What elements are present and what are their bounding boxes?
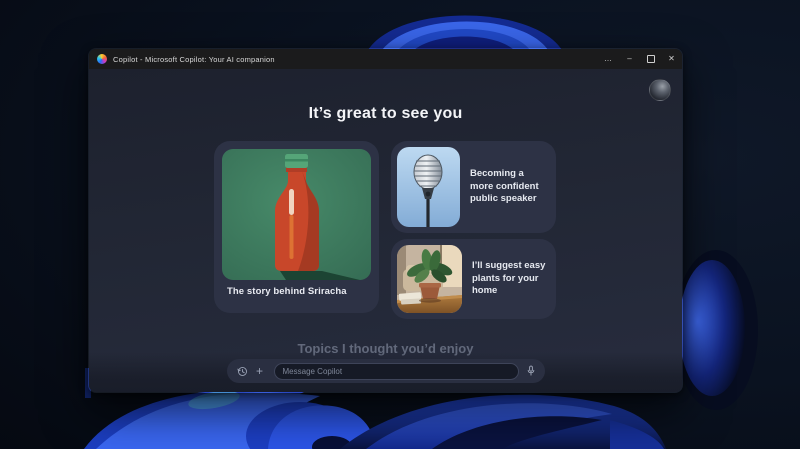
suggestion-card-sriracha[interactable]: The story behind Sriracha (214, 141, 379, 313)
desktop: Copilot - Microsoft Copilot: Your AI com… (0, 0, 800, 449)
suggestion-card-speaker[interactable]: Becoming a more confident public speaker (391, 141, 556, 233)
message-composer: + (227, 359, 545, 383)
greeting-heading: It’s great to see you (89, 105, 682, 123)
voice-input-button[interactable] (521, 361, 541, 381)
more-options-button[interactable]: … (598, 49, 619, 69)
message-input[interactable] (274, 363, 519, 380)
history-icon (237, 366, 248, 377)
card-caption: Becoming a more confident public speaker (470, 168, 550, 206)
card-caption: I’ll suggest easy plants for your home (472, 260, 550, 298)
copilot-content: It’s great to see you (89, 69, 682, 393)
sriracha-bottle-image (222, 149, 371, 280)
maximize-icon (647, 55, 655, 63)
window-controls: … – ✕ (598, 49, 682, 69)
profile-avatar[interactable] (649, 79, 671, 101)
plant-image (397, 245, 462, 313)
topics-section-heading: Topics I thought you’d enjoy (89, 341, 682, 356)
suggestion-cards: The story behind Sriracha (214, 141, 556, 319)
cards-column: Becoming a more confident public speaker (391, 141, 556, 319)
window-title: Copilot - Microsoft Copilot: Your AI com… (113, 55, 592, 64)
copilot-window: Copilot - Microsoft Copilot: Your AI com… (88, 48, 683, 393)
card-caption: The story behind Sriracha (222, 286, 371, 297)
history-button[interactable] (235, 363, 250, 379)
maximize-button[interactable] (640, 49, 661, 69)
title-bar[interactable]: Copilot - Microsoft Copilot: Your AI com… (89, 49, 682, 69)
microphone-image (397, 147, 460, 227)
copilot-logo-icon (97, 54, 107, 64)
close-button[interactable]: ✕ (661, 49, 682, 69)
suggestion-card-plants[interactable]: I’ll suggest easy plants for your home (391, 239, 556, 319)
add-attachment-button[interactable]: + (252, 363, 268, 379)
minimize-button[interactable]: – (619, 49, 640, 69)
microphone-icon (526, 365, 536, 377)
